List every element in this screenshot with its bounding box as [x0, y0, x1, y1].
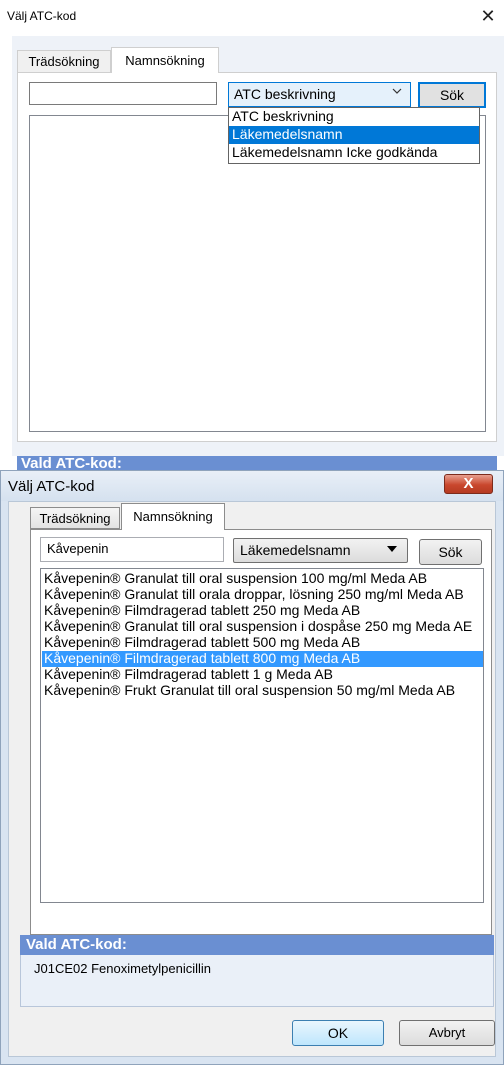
list-item[interactable]: Kåvepenin® Filmdragerad tablett 1 g Meda… [42, 667, 483, 683]
search-type-select[interactable]: ATC beskrivning [228, 82, 411, 107]
dialog-window-1: Välj ATC-kod ✕ Trädsökning Namnsökning A… [0, 0, 504, 472]
selected-atc-header: Vald ATC-kod: [20, 935, 494, 955]
close-icon[interactable]: X [444, 474, 493, 494]
dropdown-option[interactable]: Läkemedelsnamn Icke godkända [229, 144, 479, 162]
search-input[interactable] [29, 82, 217, 105]
search-type-select[interactable]: Läkemedelsnamn [233, 538, 408, 563]
close-icon[interactable]: ✕ [476, 2, 500, 30]
tab-tree-search[interactable]: Trädsökning [30, 507, 120, 529]
tab-name-search[interactable]: Namnsökning [111, 47, 219, 73]
dropdown-menu[interactable]: ATC beskrivning Läkemedelsnamn Läkemedel… [228, 107, 480, 164]
tab-tree-search[interactable]: Trädsökning [17, 50, 111, 73]
tab-name-search[interactable]: Namnsökning [121, 503, 225, 530]
ok-button[interactable]: OK [292, 1020, 384, 1046]
search-button[interactable]: Sök [419, 539, 482, 565]
search-button[interactable]: Sök [418, 82, 486, 108]
window-title: Välj ATC-kod [8, 478, 95, 495]
dropdown-option-selected[interactable]: Läkemedelsnamn [229, 126, 479, 144]
list-item[interactable]: Kåvepenin® Granulat till oral suspension… [42, 571, 483, 587]
window-title: Välj ATC-kod [7, 9, 77, 23]
results-list[interactable]: Kåvepenin® Granulat till oral suspension… [40, 568, 484, 903]
list-item[interactable]: Kåvepenin® Granulat till oral suspension… [42, 619, 483, 635]
cancel-button[interactable]: Avbryt [399, 1020, 495, 1046]
list-item[interactable]: Kåvepenin® Filmdragerad tablett 500 mg M… [42, 635, 483, 651]
search-input[interactable]: Kåvepenin [40, 537, 224, 562]
dropdown-option[interactable]: ATC beskrivning [229, 108, 479, 126]
list-item[interactable]: Kåvepenin® Granulat till orala droppar, … [42, 587, 483, 603]
list-item-selected[interactable]: Kåvepenin® Filmdragerad tablett 800 mg M… [42, 651, 483, 667]
chevron-down-icon[interactable] [392, 86, 402, 98]
list-item[interactable]: Kåvepenin® Filmdragerad tablett 250 mg M… [42, 603, 483, 619]
caret-down-icon[interactable] [386, 542, 398, 556]
selected-atc-value: J01CE02 Fenoximetylpenicillin [34, 961, 212, 976]
list-item[interactable]: Kåvepenin® Frukt Granulat till oral susp… [42, 683, 483, 699]
